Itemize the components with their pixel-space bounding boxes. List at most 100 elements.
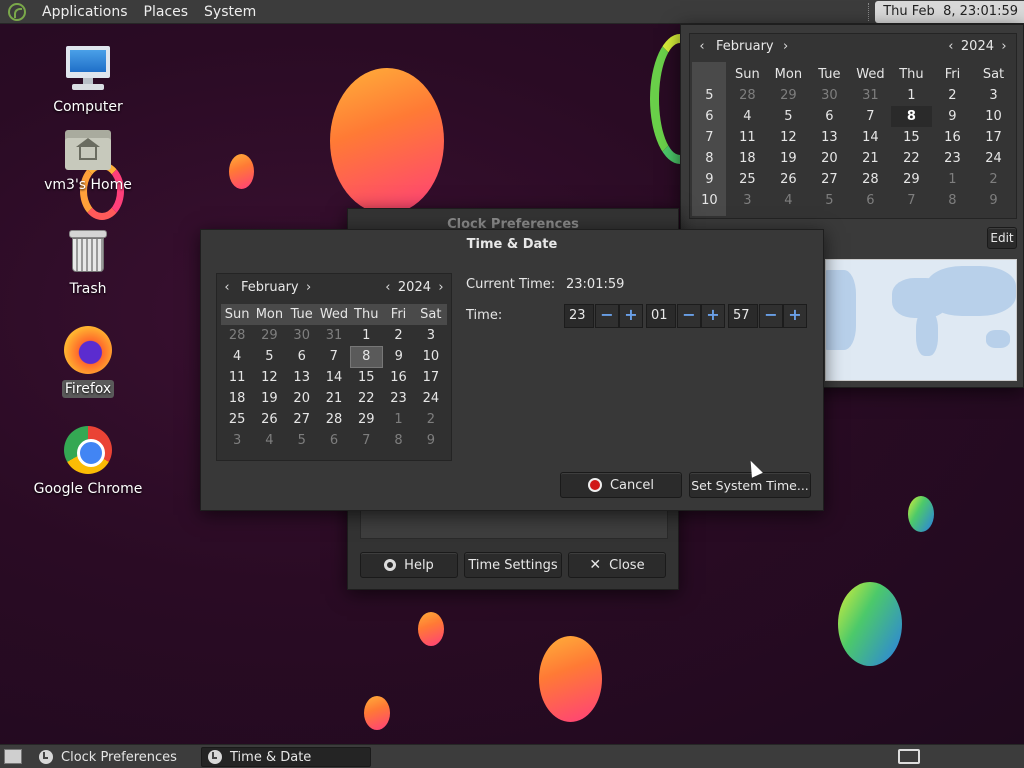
calendar-day[interactable]: 22 [891, 148, 932, 169]
calendar-day[interactable]: 21 [318, 388, 350, 409]
calendar-day[interactable]: 11 [727, 127, 768, 148]
calendar-day[interactable]: 19 [253, 388, 285, 409]
hours-plus-icon[interactable]: + [619, 304, 643, 328]
seconds-field[interactable]: 57 [728, 304, 758, 328]
calendar-day[interactable]: 15 [891, 127, 932, 148]
calendar-day[interactable]: 28 [318, 409, 350, 430]
edit-locations-button[interactable]: Edit [987, 227, 1017, 249]
prev-month-icon[interactable]: ‹ [694, 39, 710, 54]
calendar-day[interactable]: 2 [932, 85, 973, 106]
calendar-day[interactable]: 28 [850, 169, 891, 190]
calendar-day[interactable]: 4 [768, 190, 809, 211]
calendar-day[interactable]: 5 [768, 106, 809, 127]
calendar-day[interactable]: 29 [891, 169, 932, 190]
desktop-icon-computer[interactable]: Computer [23, 46, 153, 116]
calendar-day[interactable]: 23 [932, 148, 973, 169]
calendar-day[interactable]: 18 [221, 388, 253, 409]
calendar-day[interactable]: 5 [253, 346, 285, 367]
time-settings-button[interactable]: Time Settings [464, 552, 562, 578]
calendar-day[interactable]: 14 [850, 127, 891, 148]
calendar-day[interactable]: 17 [973, 127, 1014, 148]
calendar-day[interactable]: 30 [809, 85, 850, 106]
calendar-day[interactable]: 15 [350, 367, 382, 388]
calendar-day[interactable]: 28 [727, 85, 768, 106]
hours-minus-icon[interactable]: − [595, 304, 619, 328]
calendar-day[interactable]: 6 [286, 346, 318, 367]
calendar-day[interactable]: 4 [727, 106, 768, 127]
calendar-day[interactable]: 7 [891, 190, 932, 211]
calendar-day[interactable]: 3 [973, 85, 1014, 106]
calendar-day[interactable]: 31 [850, 85, 891, 106]
calendar-day[interactable]: 1 [350, 325, 382, 346]
calendar-day[interactable]: 7 [350, 430, 382, 451]
seconds-plus-icon[interactable]: + [783, 304, 807, 328]
calendar-day[interactable]: 29 [253, 325, 285, 346]
calendar-day[interactable]: 16 [382, 367, 414, 388]
calendar-day[interactable]: 8 [932, 190, 973, 211]
taskbar-item-time-date[interactable]: Time & Date [201, 747, 371, 767]
calendar-day[interactable]: 20 [286, 388, 318, 409]
calendar-day[interactable]: 25 [221, 409, 253, 430]
calendar-day[interactable]: 24 [415, 388, 447, 409]
clock-applet[interactable]: Thu Feb 8, 23:01:59 [868, 1, 1024, 23]
calendar-day[interactable]: 16 [932, 127, 973, 148]
menu-places[interactable]: Places [136, 4, 197, 20]
calendar-day[interactable]: 8 [382, 430, 414, 451]
calendar-day[interactable]: 17 [415, 367, 447, 388]
calendar-day[interactable]: 13 [286, 367, 318, 388]
calendar-day[interactable]: 28 [221, 325, 253, 346]
close-button[interactable]: ✕ Close [568, 552, 666, 578]
calendar-day[interactable]: 12 [768, 127, 809, 148]
calendar-day[interactable]: 22 [350, 388, 382, 409]
next-year-icon[interactable]: › [996, 39, 1012, 54]
prev-month-icon[interactable]: ‹ [219, 280, 235, 295]
calendar-day[interactable]: 11 [221, 367, 253, 388]
menu-system[interactable]: System [196, 4, 264, 20]
prev-year-icon[interactable]: ‹ [943, 39, 959, 54]
calendar-day[interactable]: 7 [318, 346, 350, 367]
calendar-day-selected[interactable]: 8 [349, 345, 383, 368]
cancel-button[interactable]: Cancel [560, 472, 682, 498]
next-year-icon[interactable]: › [433, 280, 449, 295]
mate-logo-icon[interactable] [8, 2, 26, 21]
calendar-day[interactable]: 12 [253, 367, 285, 388]
calendar-day[interactable]: 2 [973, 169, 1014, 190]
calendar-day-selected[interactable]: 8 [890, 106, 932, 127]
calendar-day[interactable]: 3 [727, 190, 768, 211]
calendar-day[interactable]: 18 [727, 148, 768, 169]
calendar-day[interactable]: 26 [768, 169, 809, 190]
calendar-day[interactable]: 7 [850, 106, 891, 127]
calendar-day[interactable]: 1 [932, 169, 973, 190]
calendar-day[interactable]: 26 [253, 409, 285, 430]
menu-applications[interactable]: Applications [34, 4, 136, 20]
calendar-day[interactable]: 9 [973, 190, 1014, 211]
calendar-day[interactable]: 27 [286, 409, 318, 430]
desktop-icon-firefox[interactable]: Firefox [23, 326, 153, 398]
calendar-day[interactable]: 9 [415, 430, 447, 451]
calendar-day[interactable]: 4 [253, 430, 285, 451]
calendar-day[interactable]: 2 [415, 409, 447, 430]
calendar-day[interactable]: 6 [850, 190, 891, 211]
calendar-day[interactable]: 6 [318, 430, 350, 451]
calendar-day[interactable]: 29 [768, 85, 809, 106]
calendar-day[interactable]: 3 [221, 430, 253, 451]
hours-field[interactable]: 23 [564, 304, 594, 328]
calendar-day[interactable]: 4 [221, 346, 253, 367]
minutes-minus-icon[interactable]: − [677, 304, 701, 328]
calendar-day[interactable]: 2 [382, 325, 414, 346]
calendar-day[interactable]: 14 [318, 367, 350, 388]
desktop-icon-chrome[interactable]: Google Chrome [23, 426, 153, 498]
calendar-day[interactable]: 24 [973, 148, 1014, 169]
calendar-day[interactable]: 23 [382, 388, 414, 409]
calendar-day[interactable]: 10 [973, 106, 1014, 127]
taskbar-item-clock-preferences[interactable]: Clock Preferences [33, 747, 199, 767]
calendar-day[interactable]: 10 [415, 346, 447, 367]
calendar-day[interactable]: 13 [809, 127, 850, 148]
help-button[interactable]: Help [360, 552, 458, 578]
calendar-day[interactable]: 29 [350, 409, 382, 430]
calendar-day[interactable]: 31 [318, 325, 350, 346]
next-month-icon[interactable]: › [778, 39, 794, 54]
calendar-day[interactable]: 21 [850, 148, 891, 169]
desktop-icon-home[interactable]: vm3's Home [23, 130, 153, 194]
minutes-field[interactable]: 01 [646, 304, 676, 328]
